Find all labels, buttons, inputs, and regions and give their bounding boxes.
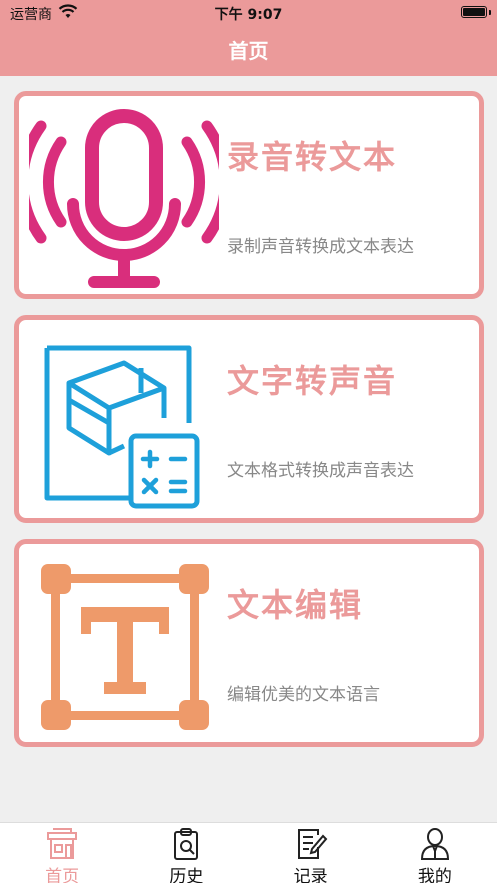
- tab-home[interactable]: 首页: [0, 823, 124, 883]
- text-frame-icon: [29, 552, 219, 738]
- card-subtitle: 编辑优美的文本语言: [227, 685, 380, 705]
- tab-label: 历史: [169, 867, 204, 883]
- tab-label: 首页: [45, 867, 80, 883]
- status-time: 下午 9:07: [214, 7, 283, 23]
- page-title: 首页: [228, 39, 269, 63]
- status-bar: 运营商 下午 9:07: [0, 0, 497, 26]
- card-subtitle: 录制声音转换成文本表达: [227, 237, 414, 257]
- battery-cap: [489, 10, 491, 15]
- card-text-to-voice[interactable]: 文字转声音 文本格式转换成声音表达: [14, 315, 484, 523]
- card-record-to-text[interactable]: 录音转文本 录制声音转换成文本表达: [14, 91, 484, 299]
- tab-history[interactable]: 历史: [124, 823, 248, 883]
- home-shop-icon: [45, 827, 79, 861]
- card-text-edit[interactable]: 文本编辑 编辑优美的文本语言: [14, 539, 484, 747]
- card-title: 文本编辑: [227, 586, 364, 624]
- tab-mine[interactable]: 我的: [373, 823, 497, 883]
- note-edit-icon: [294, 827, 328, 861]
- cube-calculator-icon: [29, 328, 219, 514]
- nav-bar: 首页: [0, 26, 497, 76]
- clipboard-search-icon: [169, 827, 203, 861]
- tab-records[interactable]: 记录: [249, 823, 373, 883]
- user-icon: [418, 827, 452, 861]
- tab-bar: 首页 历史 记录 我的: [0, 822, 497, 883]
- card-title: 文字转声音: [227, 362, 398, 400]
- tab-label: 我的: [417, 867, 452, 883]
- card-subtitle: 文本格式转换成声音表达: [227, 461, 414, 481]
- card-title: 录音转文本: [227, 138, 398, 176]
- battery-icon: [461, 6, 487, 18]
- tab-label: 记录: [293, 867, 328, 883]
- microphone-icon: [17, 104, 231, 290]
